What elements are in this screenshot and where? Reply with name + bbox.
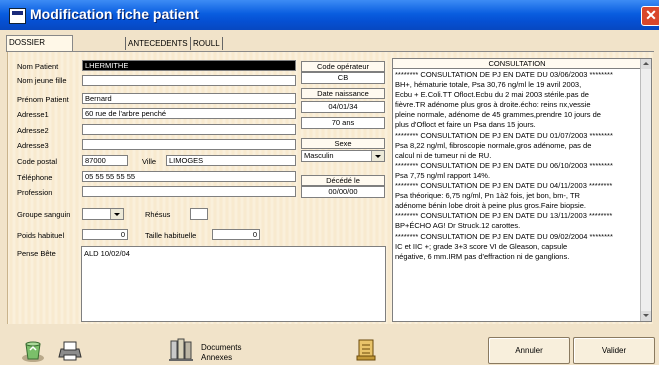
ville-field[interactable]: LIMOGES xyxy=(166,155,296,166)
annuler-button[interactable]: Annuler xyxy=(488,337,570,364)
valider-button[interactable]: Valider xyxy=(573,337,655,364)
tab-antecedents[interactable]: ANTECEDENTS xyxy=(125,37,190,50)
code-postal-field[interactable]: 87000 xyxy=(82,155,128,166)
label-prenom: Prénom Patient xyxy=(17,95,69,104)
tab-roull[interactable]: ROULL xyxy=(190,37,223,50)
nom-jeune-fille-field[interactable] xyxy=(82,75,296,86)
sexe-select[interactable]: Masculin xyxy=(301,150,385,162)
annexes-label: Annexes xyxy=(201,353,233,362)
label-telephone: Téléphone xyxy=(17,173,53,182)
label-poids: Poids habituel xyxy=(17,231,65,240)
pense-bete-field[interactable]: ALD 10/02/04 xyxy=(81,246,386,322)
documents-icon[interactable] xyxy=(168,337,194,363)
label-adresse3: Adresse3 xyxy=(17,141,49,150)
label-code-postal: Code postal xyxy=(17,157,58,166)
telephone-field[interactable]: 05 55 55 55 55 xyxy=(82,171,296,182)
label-pense-bete: Pense Bête xyxy=(17,249,56,258)
scroll-down-icon[interactable] xyxy=(641,311,651,321)
sexe-value: Masculin xyxy=(304,151,334,160)
label-taille: Taille habituelle xyxy=(145,231,197,240)
documents-annexes-label[interactable]: Documents Annexes xyxy=(201,343,241,363)
title-bar: Modification fiche patient ✕ xyxy=(0,0,659,30)
label-groupe-sanguin: Groupe sanguin xyxy=(17,210,71,219)
decede-field[interactable]: 00/00/00 xyxy=(301,186,385,198)
chevron-down-icon[interactable] xyxy=(371,151,384,161)
age-field: 70 ans xyxy=(301,117,385,129)
label-adresse1: Adresse1 xyxy=(17,110,49,119)
consultation-scrollbar[interactable] xyxy=(640,59,651,321)
label-adresse2: Adresse2 xyxy=(17,126,49,135)
chevron-down-icon[interactable] xyxy=(110,209,123,219)
rhesus-field[interactable] xyxy=(190,208,208,220)
code-operateur-field[interactable]: CB xyxy=(301,72,385,84)
profession-field[interactable] xyxy=(82,186,296,197)
window-title: Modification fiche patient xyxy=(30,6,199,22)
code-operateur-header: Code opérateur xyxy=(301,61,385,72)
label-rhesus: Rhésus xyxy=(145,210,171,219)
consultation-header: CONSULTATION xyxy=(393,59,641,69)
taille-field[interactable]: 0 xyxy=(212,229,260,240)
adresse1-field[interactable]: 60 rue de l'arbre penché xyxy=(82,108,296,119)
scroll-up-icon[interactable] xyxy=(641,59,651,69)
groupe-sanguin-select[interactable] xyxy=(82,208,124,220)
sexe-header: Sexe xyxy=(301,138,385,149)
label-profession: Profession xyxy=(17,188,53,197)
consultation-panel[interactable]: CONSULTATION ******** CONSULTATION DE PJ… xyxy=(392,58,652,322)
tab-dossier-administratif[interactable]: DOSSIER ADMINISTRATIF xyxy=(6,35,73,60)
documents-label: Documents xyxy=(201,343,242,352)
adresse2-field[interactable] xyxy=(82,124,296,135)
nom-field[interactable]: LHERMITHE xyxy=(82,60,296,71)
consultation-text[interactable]: ******** CONSULTATION DE PJ EN DATE DU 0… xyxy=(395,70,639,262)
label-ville: Ville xyxy=(142,157,157,166)
decede-header: Décédé le xyxy=(301,175,385,186)
label-nom: Nom Patient xyxy=(17,62,59,71)
date-naissance-header: Date naissance xyxy=(301,88,385,99)
close-button[interactable]: ✕ xyxy=(641,6,659,26)
printer-icon[interactable] xyxy=(57,339,83,361)
adresse3-field[interactable] xyxy=(82,139,296,150)
register-icon[interactable] xyxy=(355,338,379,362)
poids-field[interactable]: 0 xyxy=(82,229,128,240)
app-icon xyxy=(9,8,26,24)
patient-window: Modification fiche patient ✕ DOSSIER ADM… xyxy=(0,0,659,365)
label-nom-jeune-fille: Nom jeune fille xyxy=(17,76,67,85)
date-naissance-field[interactable]: 04/01/34 xyxy=(301,101,385,113)
recycle-bin-icon[interactable] xyxy=(20,338,46,362)
prenom-field[interactable]: Bernard xyxy=(82,93,296,104)
